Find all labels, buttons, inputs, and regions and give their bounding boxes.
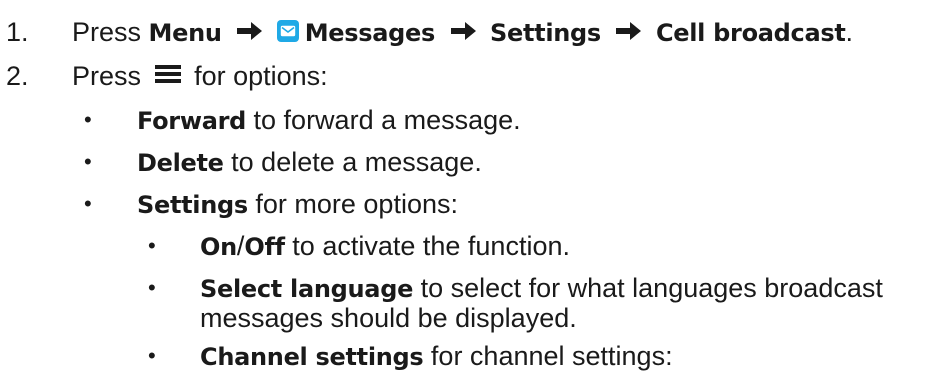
- step-text-rest: for options:: [194, 61, 328, 91]
- bullet: •: [84, 191, 92, 216]
- step-number: 1.: [6, 17, 29, 47]
- setting-desc-continued: messages should be displayed.: [200, 303, 577, 333]
- step-text: Press: [72, 61, 142, 91]
- menu-term: Menu: [148, 19, 222, 47]
- right-arrow-icon: [237, 14, 263, 50]
- step-text: Press: [72, 17, 142, 47]
- bullet: •: [148, 233, 156, 258]
- setting-desc: to select for what languages broadcast: [413, 273, 883, 303]
- messages-term: Messages: [304, 19, 436, 47]
- step-period: .: [845, 17, 854, 47]
- setting-select-language-cont: messages should be displayed.: [200, 300, 577, 336]
- bullet: •: [84, 107, 92, 132]
- right-arrow-icon: [450, 14, 477, 50]
- option-desc: to delete a message.: [223, 147, 482, 177]
- option-desc: to forward a message.: [246, 105, 521, 135]
- channel-settings-term: Channel settings: [200, 343, 424, 371]
- hamburger-menu-icon: [154, 57, 181, 93]
- instruction-document: 1. Press Menu Messages Settings Cell bro…: [0, 0, 933, 374]
- right-arrow-icon: [616, 14, 642, 50]
- envelope-icon: [276, 19, 299, 42]
- select-language-term: Select language: [200, 275, 414, 303]
- cell-broadcast-term: Cell broadcast: [655, 19, 846, 47]
- bullet: •: [148, 275, 156, 300]
- setting-desc: for channel settings:: [423, 341, 673, 371]
- option-term: Settings: [137, 191, 248, 219]
- on-term: On: [200, 233, 237, 261]
- option-term: Delete: [137, 149, 224, 177]
- settings-term: Settings: [490, 19, 601, 47]
- step-number: 2.: [6, 61, 29, 91]
- bullet: •: [148, 343, 156, 368]
- bullet: •: [84, 149, 92, 174]
- option-desc: for more options:: [247, 189, 458, 219]
- off-term: Off: [244, 233, 285, 261]
- option-term: Forward: [137, 107, 247, 135]
- setting-desc: to activate the function.: [284, 231, 570, 261]
